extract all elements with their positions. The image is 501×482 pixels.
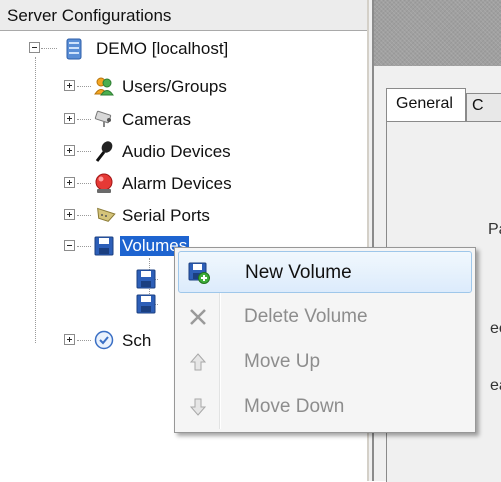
alarm-light-icon bbox=[94, 173, 114, 193]
delete-icon bbox=[187, 306, 209, 328]
tree-node-label: Alarm Devices bbox=[122, 174, 232, 193]
menu-item-new-volume[interactable]: New Volume bbox=[178, 251, 472, 293]
menu-item-delete-volume[interactable]: Delete Volume bbox=[178, 296, 472, 338]
expand-icon[interactable] bbox=[64, 145, 75, 156]
menu-item-move-down[interactable]: Move Down bbox=[178, 386, 472, 428]
users-icon bbox=[94, 76, 114, 96]
tree-connector bbox=[41, 48, 57, 49]
tree-connector bbox=[77, 119, 91, 120]
serial-port-icon bbox=[94, 205, 116, 225]
tab-strip: C General bbox=[374, 88, 501, 122]
tree-connector bbox=[35, 57, 36, 343]
tree-node-label: Users/Groups bbox=[122, 77, 227, 96]
tree-connector bbox=[77, 86, 91, 87]
tab-second[interactable]: C bbox=[466, 93, 501, 122]
tab-general[interactable]: General bbox=[386, 88, 466, 122]
floppy-disk-icon[interactable] bbox=[136, 269, 156, 289]
tree-connector bbox=[77, 183, 91, 184]
tree-connector bbox=[77, 246, 91, 247]
floppy-disk-icon[interactable] bbox=[136, 294, 156, 314]
field-label: ea bbox=[490, 377, 501, 394]
menu-item-move-up[interactable]: Move Up bbox=[178, 341, 472, 383]
menu-item-label: New Volume bbox=[245, 262, 352, 283]
floppy-disk-icon bbox=[94, 236, 114, 256]
arrow-up-icon bbox=[187, 351, 209, 373]
arrow-down-icon bbox=[187, 396, 209, 418]
tree-header: Server Configurations bbox=[0, 0, 367, 31]
tree-node-label: DEMO [localhost] bbox=[96, 39, 229, 58]
menu-item-label: Delete Volume bbox=[244, 306, 368, 327]
clock-icon bbox=[94, 330, 114, 350]
collapse-icon[interactable] bbox=[29, 42, 40, 53]
tree-node-label: Serial Ports bbox=[122, 206, 210, 225]
tree-connector bbox=[77, 215, 91, 216]
collapse-icon[interactable] bbox=[64, 240, 75, 251]
camera-icon bbox=[94, 109, 114, 129]
details-header bbox=[374, 0, 501, 66]
expand-icon[interactable] bbox=[64, 334, 75, 345]
tree-node-label: Sch bbox=[122, 331, 152, 350]
menu-item-label: Move Up bbox=[244, 351, 321, 372]
database-server-icon bbox=[64, 38, 84, 60]
expand-icon[interactable] bbox=[64, 80, 75, 91]
tree-node-label: Audio Devices bbox=[122, 142, 231, 161]
tree-connector bbox=[77, 151, 91, 152]
menu-item-label: Move Down bbox=[244, 396, 345, 417]
microphone-icon bbox=[94, 141, 114, 162]
tree-connector bbox=[77, 340, 91, 341]
new-volume-icon bbox=[188, 262, 210, 284]
tree-node-label: Cameras bbox=[122, 110, 191, 129]
field-label: ee bbox=[490, 320, 501, 337]
context-menu: New Volume Delete Volume Move Up Move Do… bbox=[174, 247, 476, 433]
expand-icon[interactable] bbox=[64, 113, 75, 124]
path-label: Path bbox=[488, 221, 501, 238]
expand-icon[interactable] bbox=[64, 209, 75, 220]
expand-icon[interactable] bbox=[64, 177, 75, 188]
